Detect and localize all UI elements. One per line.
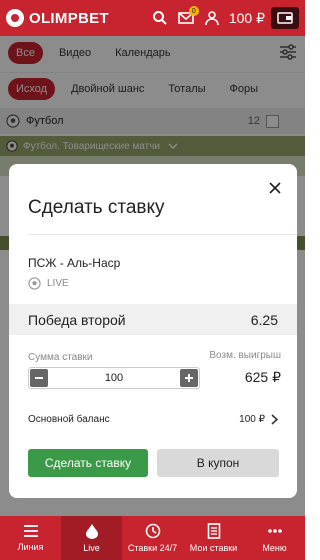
user-icon[interactable] — [201, 7, 223, 29]
win-label: Возм. выигрыш — [209, 350, 281, 361]
football-icon — [28, 277, 41, 290]
brand-name: OLIMPBET — [29, 9, 109, 27]
win-value: 625 ₽ — [244, 369, 281, 385]
drop-icon — [85, 524, 98, 539]
app-header: OLIMPBET 0 100 ₽ — [0, 0, 305, 36]
plus-icon — [185, 374, 193, 382]
live-indicator: LIVE — [28, 277, 69, 290]
logo-icon — [6, 9, 24, 27]
live-label: LIVE — [47, 278, 69, 289]
divider — [28, 234, 297, 235]
balance-value: 100 ₽ — [239, 414, 265, 425]
nav-item-bets-247[interactable]: Ставки 24/7 — [122, 516, 183, 560]
add-to-coupon-button[interactable]: В купон — [157, 449, 279, 477]
clock-icon — [145, 523, 160, 539]
nav-label: Мои ставки — [189, 543, 238, 553]
stake-input[interactable]: 100 — [49, 372, 179, 384]
nav-label: Live — [83, 543, 100, 553]
outcome-bar: Победа второй 6.25 — [9, 304, 297, 335]
close-icon[interactable] — [265, 178, 285, 198]
wallet-icon — [277, 12, 293, 24]
nav-item-live[interactable]: Live — [61, 516, 122, 560]
outcome-label: Победа второй — [28, 311, 126, 328]
nav-item-my-bets[interactable]: Мои ставки — [183, 516, 244, 560]
chevron-right-icon — [271, 414, 278, 425]
stake-stepper: 100 — [28, 367, 200, 389]
bet-modal: Сделать ставку ПСЖ - Аль-Наср LIVE Побед… — [9, 164, 297, 498]
brand-logo[interactable]: OLIMPBET — [6, 9, 109, 27]
wallet-button[interactable] — [271, 7, 299, 29]
minus-button[interactable] — [30, 369, 48, 387]
match-name: ПСЖ - Аль-Наср — [28, 256, 121, 270]
balance-selector[interactable]: Основной баланс 100 ₽ — [28, 414, 278, 425]
modal-title: Сделать ставку — [28, 197, 165, 218]
balance-label: Основной баланс — [28, 414, 110, 425]
header-balance[interactable]: 100 ₽ — [229, 10, 265, 27]
bottom-nav: Линия Live Ставки 24/7 Мои ставки Меню — [0, 516, 305, 560]
nav-item-line[interactable]: Линия — [0, 516, 61, 560]
nav-label: Меню — [262, 543, 287, 553]
plus-button[interactable] — [180, 369, 198, 387]
place-bet-button[interactable]: Сделать ставку — [28, 449, 148, 477]
search-icon[interactable] — [149, 7, 171, 29]
list-icon — [23, 525, 38, 537]
notification-badge: 0 — [188, 6, 199, 16]
mail-icon[interactable]: 0 — [175, 6, 199, 29]
stake-label: Сумма ставки — [28, 352, 93, 363]
nav-item-menu[interactable]: Меню — [244, 516, 305, 560]
minus-icon — [35, 377, 43, 379]
nav-label: Ставки 24/7 — [127, 543, 178, 553]
receipt-icon — [207, 523, 220, 539]
odds-value: 6.25 — [250, 311, 278, 328]
nav-label: Линия — [17, 542, 44, 552]
dots-icon — [267, 529, 282, 533]
